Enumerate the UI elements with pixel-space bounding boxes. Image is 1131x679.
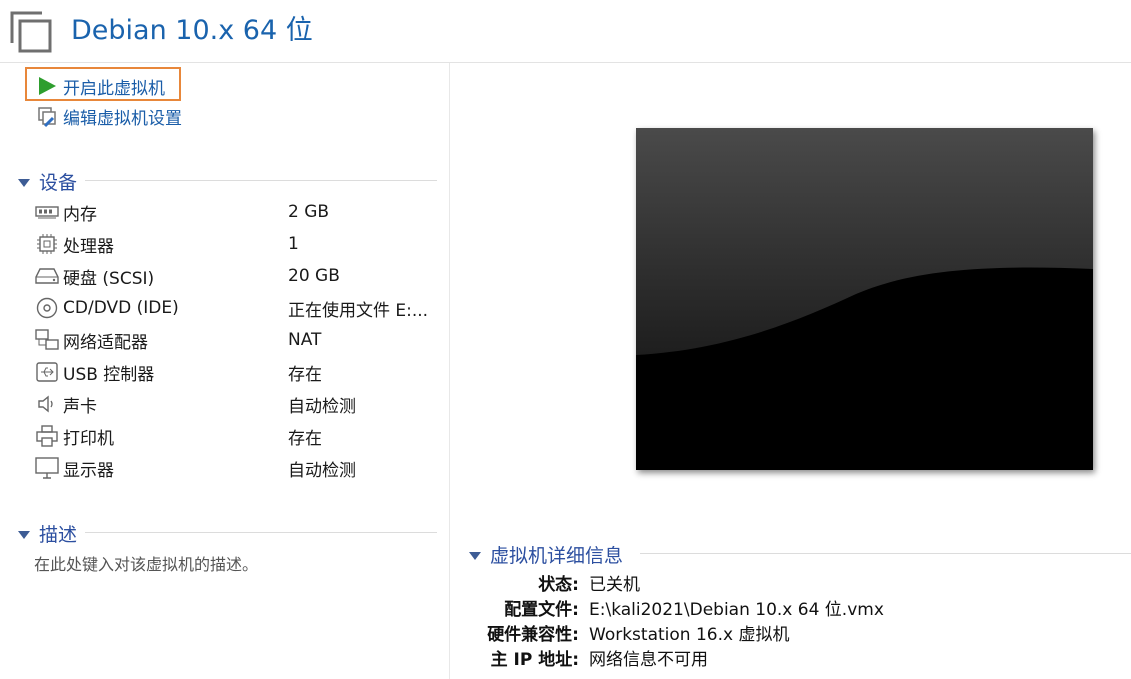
device-value: 20 GB [288,266,340,286]
description-section-header[interactable]: 描述 [18,520,77,547]
device-name: CD/DVD (IDE) [63,298,179,318]
device-name: 打印机 [63,428,114,449]
detail-row-hardware-compat: 硬件兼容性: Workstation 16.x 虚拟机 [440,620,789,645]
detail-row-config-file: 配置文件: E:\kali2021\Debian 10.x 64 位.vmx [440,595,884,620]
device-value: 自动检测 [288,460,356,481]
device-value: 1 [288,234,299,254]
device-name: 显示器 [63,460,114,481]
detail-row-status: 状态: 已关机 [440,570,640,595]
device-row-sound-card[interactable]: 声卡 自动检测 [35,390,445,418]
device-name: 硬盘 (SCSI) [63,268,155,289]
device-value: 2 GB [288,202,330,222]
device-row-processor[interactable]: 处理器 1 [35,230,445,258]
detail-label: 主 IP 地址: [490,650,579,670]
details-title: 虚拟机详细信息 [490,545,624,567]
device-name: 内存 [63,204,97,225]
device-value: 存在 [288,428,322,449]
devices-title: 设备 [39,172,78,194]
device-row-network-adapter[interactable]: 网络适配器 NAT [35,326,445,354]
processor-icon [35,233,59,255]
network-adapter-icon [35,329,59,351]
device-row-cd-dvd[interactable]: CD/DVD (IDE) 正在使用文件 E:... [35,294,445,322]
edit-vm-settings-button[interactable]: 编辑虚拟机设置 [37,104,182,129]
device-name: USB 控制器 [63,364,155,385]
device-row-hard-disk[interactable]: 硬盘 (SCSI) 20 GB [35,262,445,290]
start-vm-button[interactable]: 开启此虚拟机 [37,74,165,99]
detail-label: 配置文件: [504,600,579,620]
sound-card-icon [35,393,59,415]
device-name: 网络适配器 [63,332,148,353]
detail-row-ip-address: 主 IP 地址: 网络信息不可用 [440,645,708,670]
description-divider [85,532,437,533]
device-row-usb-controller[interactable]: USB 控制器 存在 [35,358,445,386]
edit-settings-icon [37,106,57,128]
vm-screen-graphic [636,128,1093,470]
devices-divider [85,180,437,181]
vm-title: Debian 10.x 64 位 [71,15,313,46]
detail-value: 已关机 [589,575,640,595]
detail-value: Workstation 16.x 虚拟机 [589,625,790,645]
collapse-icon [469,551,481,560]
vm-icon [10,11,52,53]
device-value: 存在 [288,364,322,385]
device-name: 声卡 [63,396,97,417]
details-divider [640,553,1131,554]
collapse-icon [18,530,30,539]
device-value: 自动检测 [288,396,356,417]
detail-value: E:\kali2021\Debian 10.x 64 位.vmx [589,600,884,620]
device-row-memory[interactable]: 内存 2 GB [35,198,445,226]
hard-disk-icon [35,265,59,287]
cd-dvd-icon [35,297,59,319]
device-row-printer[interactable]: 打印机 存在 [35,422,445,450]
start-vm-label: 开启此虚拟机 [63,78,165,99]
edit-vm-settings-label: 编辑虚拟机设置 [63,108,182,129]
description-placeholder[interactable]: 在此处键入对该虚拟机的描述。 [34,551,258,575]
detail-label: 硬件兼容性: [487,625,579,645]
devices-section-header[interactable]: 设备 [18,168,77,195]
device-value: 正在使用文件 E:... [288,300,429,321]
vm-screen-thumbnail[interactable] [636,128,1093,470]
description-title: 描述 [39,524,78,546]
vm-header: Debian 10.x 64 位 [0,0,1131,63]
detail-label: 状态: [538,575,579,595]
memory-icon [35,201,59,223]
details-section-header[interactable]: 虚拟机详细信息 [469,541,623,568]
play-icon [37,76,57,96]
usb-controller-icon [35,361,59,383]
detail-value: 网络信息不可用 [589,650,708,670]
device-name: 处理器 [63,236,114,257]
collapse-icon [18,178,30,187]
device-row-display[interactable]: 显示器 自动检测 [35,454,445,482]
printer-icon [35,425,59,447]
device-value: NAT [288,330,322,350]
display-icon [35,457,59,479]
